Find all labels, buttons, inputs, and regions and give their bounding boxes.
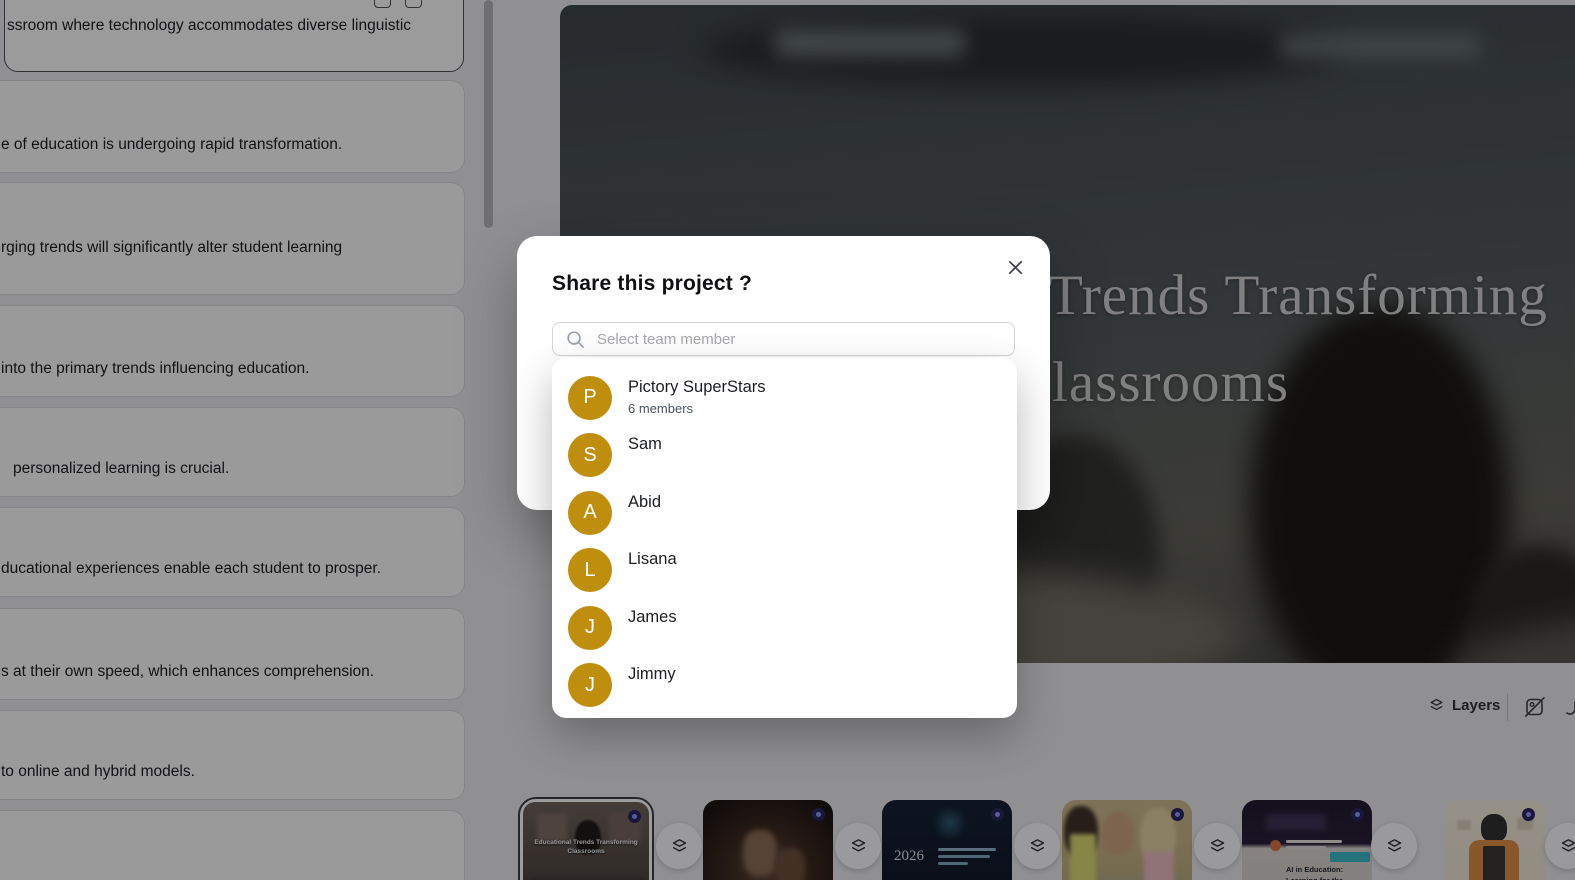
member-option[interactable]: J James xyxy=(552,599,1017,657)
search-input[interactable] xyxy=(552,322,1015,356)
member-name: Jimmy xyxy=(628,665,676,684)
avatar: L xyxy=(568,548,612,593)
member-count: 6 members xyxy=(628,400,694,416)
member-option[interactable]: J Jimmy xyxy=(552,657,1017,715)
member-option[interactable]: A Abid xyxy=(552,484,1017,542)
member-option[interactable]: P Pictory SuperStars 6 members xyxy=(552,369,1017,427)
avatar: A xyxy=(568,490,612,535)
search-icon xyxy=(565,329,586,350)
close-button[interactable] xyxy=(1002,254,1028,280)
team-member-search xyxy=(552,322,1015,356)
member-option[interactable]: S Sam xyxy=(552,427,1017,485)
member-name: Abid xyxy=(628,492,662,511)
avatar: S xyxy=(568,433,612,478)
close-icon xyxy=(1006,258,1025,277)
avatar: J xyxy=(568,605,612,650)
member-name: Pictory SuperStars xyxy=(628,377,766,396)
member-name: Lisana xyxy=(628,550,677,569)
avatar: P xyxy=(568,375,612,420)
team-member-dropdown: P Pictory SuperStars 6 members S Sam A A… xyxy=(552,358,1017,718)
modal-title: Share this project ? xyxy=(552,272,753,295)
member-name: Sam xyxy=(628,435,662,454)
member-name: James xyxy=(628,607,677,626)
avatar: J xyxy=(568,663,612,708)
member-option[interactable]: L Lisana xyxy=(552,542,1017,600)
app-window: ssroom where technology accommodates div… xyxy=(0,0,1575,880)
